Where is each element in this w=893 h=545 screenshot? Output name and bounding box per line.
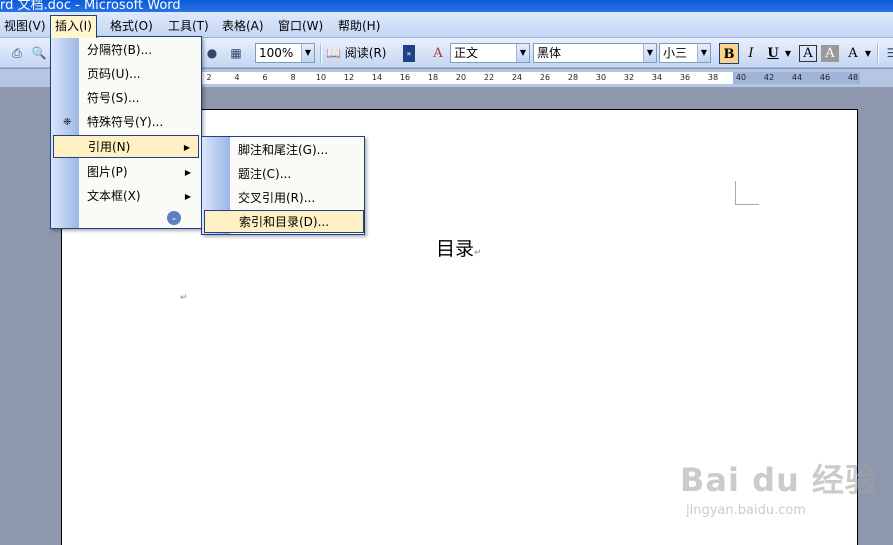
ruler-tick: 46 (819, 73, 831, 82)
chevron-down-icon: ▼ (697, 44, 710, 62)
toolbar-options-icon[interactable]: » (403, 45, 415, 62)
book-icon: 📖 (326, 46, 341, 60)
menu-item-break[interactable]: 分隔符(B)... (53, 39, 199, 62)
chevron-down-icon[interactable]: ▼ (783, 43, 793, 64)
title-bar: rd 文档.doc - Microsoft Word (0, 0, 893, 12)
menu-item-footnote[interactable]: 脚注和尾注(G)... (204, 139, 364, 162)
margin-corner-mark (735, 181, 759, 205)
menu-item-label: 特殊符号(Y)... (87, 115, 164, 129)
menu-item-label: 图片(P) (87, 165, 128, 179)
menu-insert[interactable]: 插入(I) (50, 15, 97, 38)
zoom-value: 100% (259, 46, 294, 60)
chevron-down-icon[interactable]: ▼ (863, 43, 873, 64)
paragraph-mark: ↵ (180, 293, 188, 303)
baidu-watermark: Bai du 经验 jingyan.baidu.com (680, 455, 878, 518)
print-icon[interactable]: ⎙ (8, 45, 26, 62)
menu-format[interactable]: 格式(O) (106, 16, 157, 36)
ruler-tick: 24 (511, 73, 523, 82)
ruler-tick: 12 (343, 73, 355, 82)
zoom-select[interactable]: 100% ▼ (255, 43, 315, 63)
special-symbol-icon: ❈ (63, 117, 72, 128)
menu-window[interactable]: 窗口(W) (274, 16, 327, 36)
align-icon[interactable]: ☰ (883, 45, 893, 62)
ruler-tick: 34 (651, 73, 663, 82)
menu-item-caption[interactable]: 题注(C)... (204, 163, 364, 186)
print-preview-icon[interactable]: 🔍 (30, 45, 48, 62)
ruler-tick: 44 (791, 73, 803, 82)
menu-bar: 视图(V) 插入(I) 格式(O) 工具(T) 表格(A) 窗口(W) 帮助(H… (0, 12, 893, 38)
insert-table-icon[interactable]: ▦ (227, 45, 245, 62)
menu-table[interactable]: 表格(A) (218, 16, 268, 36)
menu-item-label: 引用(N) (88, 140, 131, 154)
chevron-down-icon: ▼ (301, 44, 314, 62)
ruler-tick: 22 (483, 73, 495, 82)
ruler-tick: 32 (623, 73, 635, 82)
italic-button[interactable]: I (741, 43, 761, 64)
menu-item-symbol[interactable]: 符号(S)... (53, 87, 199, 110)
ruler-tick: 4 (234, 73, 240, 82)
font-value: 黑体 (537, 46, 562, 60)
style-value: 正文 (454, 46, 479, 60)
ruler-tick: 14 (371, 73, 383, 82)
underline-button[interactable]: U (763, 43, 783, 64)
read-label: 阅读(R) (344, 46, 387, 60)
ruler-tick: 2 (206, 73, 212, 82)
ruler-tick: 26 (539, 73, 551, 82)
menu-view[interactable]: 视图(V) (0, 16, 50, 36)
menu-item-page-numbers[interactable]: 页码(U)... (53, 63, 199, 86)
font-size-value: 小三 (663, 46, 688, 60)
menu-item-index-and-tables[interactable]: 索引和目录(D)... (204, 210, 364, 233)
menu-item-cross-reference[interactable]: 交叉引用(R)... (204, 187, 364, 210)
submenu-arrow-icon: ▶ (184, 192, 191, 201)
ruler-tick: 38 (707, 73, 719, 82)
document-heading[interactable]: 目录↵ (436, 237, 482, 265)
toolbar-separator (320, 44, 322, 63)
menu-help[interactable]: 帮助(H) (334, 16, 384, 36)
ruler-tick: 16 (399, 73, 411, 82)
char-border-button[interactable]: A (799, 45, 817, 62)
menu-item-label: 文本框(X) (87, 189, 141, 203)
expand-menu-icon[interactable]: ⌄ (167, 211, 181, 225)
menu-item-special-symbol[interactable]: ❈ 特殊符号(Y)... (53, 111, 199, 134)
heading-text: 目录 (436, 238, 475, 260)
reference-submenu: 脚注和尾注(G)... 题注(C)... 交叉引用(R)... 索引和目录(D)… (201, 136, 365, 235)
ruler-tick: 6 (262, 73, 268, 82)
ruler-tick: 48 (847, 73, 859, 82)
bold-button[interactable]: B (719, 43, 739, 64)
ruler-tick: 28 (567, 73, 579, 82)
submenu-arrow-icon: ▶ (183, 143, 190, 152)
paragraph-mark: ↵ (474, 248, 482, 258)
submenu-arrow-icon: ▶ (184, 168, 191, 177)
style-select[interactable]: 正文 ▼ (450, 43, 530, 63)
ruler-tick: 8 (290, 73, 296, 82)
ruler-tick: 10 (315, 73, 327, 82)
read-button[interactable]: 📖 阅读(R) (326, 44, 386, 63)
watermark-logo: Bai du 经验 (680, 461, 878, 499)
menu-item-text-box[interactable]: 文本框(X) ▶ (53, 185, 199, 208)
styles-icon[interactable]: A (428, 43, 448, 64)
phonetic-guide-button[interactable]: A (843, 43, 863, 64)
font-size-select[interactable]: 小三 ▼ (659, 43, 711, 63)
watermark-url: jingyan.baidu.com (686, 503, 806, 518)
insert-menu: 分隔符(B)... 页码(U)... 符号(S)... ❈ 特殊符号(Y)...… (50, 36, 202, 229)
font-select[interactable]: 黑体 ▼ (533, 43, 657, 63)
ruler-tick: 30 (595, 73, 607, 82)
drawing-icon[interactable]: ● (203, 45, 221, 62)
menu-tools[interactable]: 工具(T) (164, 16, 213, 36)
ruler-tick: 18 (427, 73, 439, 82)
chevron-down-icon: ▼ (516, 44, 529, 62)
ruler-tick: 20 (455, 73, 467, 82)
window-title: rd 文档.doc - Microsoft Word (0, 0, 181, 12)
menu-item-picture[interactable]: 图片(P) ▶ (53, 161, 199, 184)
chevron-down-icon: ▼ (643, 44, 656, 62)
char-shading-button[interactable]: A (821, 45, 839, 62)
ruler-tick: 42 (763, 73, 775, 82)
toolbar-separator (877, 44, 879, 63)
ruler-tick: 40 (735, 73, 747, 82)
menu-item-reference[interactable]: 引用(N) ▶ (53, 135, 199, 158)
ruler-tick: 36 (679, 73, 691, 82)
